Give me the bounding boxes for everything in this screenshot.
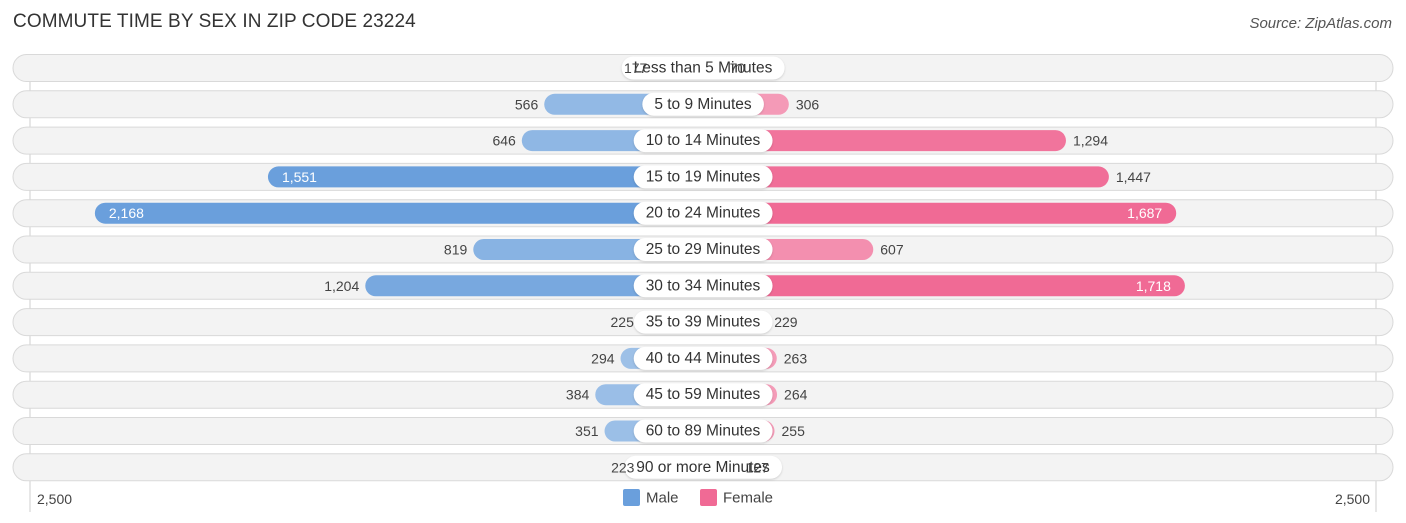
value-label-male: 294 — [591, 350, 615, 366]
category-label: 15 to 19 Minutes — [646, 168, 761, 185]
row-5-to-9-minutes: 5 to 9 Minutes 566 306 — [12, 90, 1394, 119]
row-45-to-59-minutes: 45 to 59 Minutes 384 264 — [12, 380, 1394, 409]
category-label: 5 to 9 Minutes — [654, 96, 752, 113]
category-label: 10 to 14 Minutes — [646, 132, 761, 149]
row-less-than-5-minutes: Less than 5 Minutes177 70 — [12, 54, 1394, 82]
axis-label-right: 2,500 — [1335, 491, 1370, 507]
value-label-female: 263 — [784, 350, 808, 366]
value-label-male: 1,551 — [282, 169, 317, 185]
row-30-to-34-minutes: 30 to 34 Minutes 1,204 1,718 — [12, 271, 1394, 300]
value-label-female: 1,447 — [1116, 169, 1151, 185]
axis-label-left: 2,500 — [37, 491, 72, 507]
value-label-female: 264 — [784, 387, 808, 403]
value-label-female: 607 — [880, 242, 904, 258]
value-label-male: 351 — [575, 423, 599, 439]
commute-chart: Less than 5 Minutes177 70 5 to 9 Minutes 56… — [12, 54, 1394, 512]
value-label-female: 1,294 — [1073, 133, 1108, 149]
legend-swatch-female — [700, 489, 717, 506]
value-label-female: 306 — [796, 96, 820, 112]
value-label-male: 1,204 — [324, 278, 359, 294]
row-35-to-39-minutes: 35 to 39 Minutes 225 229 — [12, 308, 1394, 337]
value-label-female: 127 — [746, 459, 770, 475]
value-label-male: 566 — [515, 96, 539, 112]
legend-swatch-male — [623, 489, 640, 506]
value-label-female: 1,687 — [1127, 205, 1162, 221]
value-label-male: 223 — [611, 459, 635, 475]
category-label: 45 to 59 Minutes — [646, 386, 761, 403]
category-label: 20 to 24 Minutes — [646, 205, 761, 222]
value-label-female: 70 — [730, 60, 746, 76]
bar-female — [703, 202, 1177, 224]
value-label-male: 2,168 — [109, 205, 144, 221]
category-label: 25 to 29 Minutes — [646, 241, 761, 258]
row-90-or-more-minutes: 90 or more Minutes223 127 — [12, 453, 1394, 482]
category-label: 60 to 89 Minutes — [646, 423, 761, 440]
legend-label-female: Female — [723, 490, 773, 507]
value-label-male: 646 — [492, 133, 516, 149]
value-label-male: 819 — [444, 242, 468, 258]
row-25-to-29-minutes: 25 to 29 Minutes 819 607 — [12, 235, 1394, 264]
row-40-to-44-minutes: 40 to 44 Minutes 294 263 — [12, 344, 1394, 373]
bar-male — [94, 202, 704, 224]
value-label-male: 225 — [611, 314, 635, 330]
row-60-to-89-minutes: 60 to 89 Minutes 351 255 — [12, 417, 1394, 445]
legend: Male Female — [623, 489, 773, 507]
row-20-to-24-minutes: 20 to 24 Minutes 2,168 1,687 — [12, 199, 1394, 228]
row-10-to-14-minutes: 10 to 14 Minutes 646 1,294 — [12, 126, 1394, 155]
row-15-to-19-minutes: 15 to 19 Minutes 1,551 1,447 — [12, 162, 1394, 191]
value-label-female: 229 — [774, 314, 798, 330]
value-label-female: 255 — [782, 423, 806, 439]
bar-female — [703, 275, 1185, 297]
value-label-male: 177 — [624, 60, 648, 76]
category-label: 35 to 39 Minutes — [646, 314, 761, 331]
category-label: 40 to 44 Minutes — [646, 350, 761, 367]
legend-label-male: Male — [646, 490, 679, 507]
category-label: 30 to 34 Minutes — [646, 277, 761, 294]
value-label-male: 384 — [566, 387, 590, 403]
category-label: Less than 5 Minutes — [634, 60, 773, 77]
value-label-female: 1,718 — [1136, 278, 1171, 294]
